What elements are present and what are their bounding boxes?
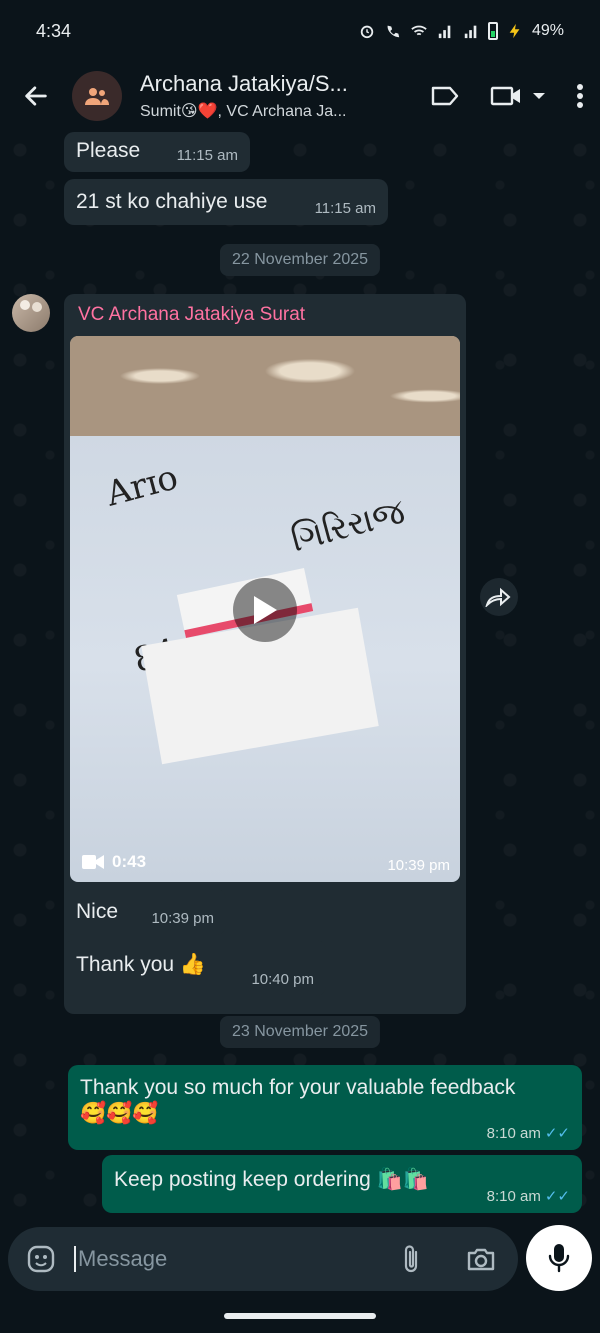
message-time: 11:15 am	[176, 147, 238, 165]
chevron-down-icon	[533, 93, 545, 99]
chat-title: Archana Jatakiya/S...	[140, 71, 348, 96]
alarm-icon	[360, 25, 374, 39]
date-separator: 22 November 2025	[219, 244, 381, 276]
sender-name[interactable]: VC Archana Jatakiya Surat	[70, 300, 460, 336]
microphone-icon	[548, 1244, 570, 1273]
message-time: 10:40 pm	[251, 971, 314, 989]
chat-subtitle: Sumit😘❤️, VC Archana Ja...	[140, 103, 347, 120]
message-bubble[interactable]: Nice 10:39 pm	[64, 889, 226, 935]
message-status: 8:10 am ✓✓	[487, 1125, 570, 1144]
message-status: 8:10 am ✓✓	[487, 1188, 570, 1207]
forward-button[interactable]	[480, 578, 518, 616]
message-time: 8:10 am	[486, 1125, 541, 1143]
message-time: 10:39 pm	[151, 910, 214, 928]
status-bar: 4:34 49%	[0, 0, 600, 62]
video-duration-text: 0:43	[112, 852, 147, 871]
play-button[interactable]	[233, 578, 297, 642]
parcel-handwriting: ગિરિરાજ	[286, 491, 410, 561]
status-icons: 49%	[358, 22, 564, 40]
signal-icon-2	[464, 25, 477, 39]
double-check-icon: ✓✓	[544, 1125, 570, 1143]
status-time: 4:34	[36, 20, 72, 41]
wifi-icon	[411, 25, 427, 36]
arrow-left-icon	[25, 86, 47, 106]
outgoing-message-bubble[interactable]: Keep posting keep ordering 🛍️🛍️ 8:10 am ✓…	[102, 1155, 582, 1213]
home-indicator[interactable]	[224, 1313, 376, 1319]
message-time: 8:10 am	[486, 1188, 541, 1206]
forward-icon	[485, 587, 511, 607]
video-camera-icon	[490, 86, 520, 106]
camera-icon[interactable]	[466, 1246, 496, 1272]
chat-area[interactable]: Please 11:15 am 21 st ko chahiye use 11:…	[0, 130, 600, 1225]
message-time: 11:15 am	[314, 200, 376, 218]
rug-background	[70, 336, 460, 436]
message-text: Thank you so much for your valuable feed…	[80, 1076, 516, 1099]
message-time: 10:39 pm	[387, 857, 450, 874]
header-info[interactable]: Archana Jatakiya/S... Sumit😘❤️, VC Archa…	[140, 71, 376, 121]
group-avatar[interactable]	[72, 71, 122, 121]
video-camera-icon	[82, 855, 104, 869]
label-icon[interactable]	[430, 84, 460, 108]
date-separator: 23 November 2025	[219, 1016, 381, 1048]
chat-header: Archana Jatakiya/S... Sumit😘❤️, VC Archa…	[0, 62, 600, 130]
header-actions	[430, 83, 584, 109]
video-thumbnail[interactable]: Arɪo ગિરિરાજ 84 0:43 10:39 pm	[70, 336, 460, 882]
attach-icon[interactable]	[402, 1244, 422, 1274]
battery-icon	[487, 22, 498, 40]
back-button[interactable]	[16, 76, 56, 116]
message-text: Please	[76, 139, 141, 162]
outgoing-message-bubble[interactable]: Thank you so much for your valuable feed…	[68, 1065, 582, 1150]
double-check-icon: ✓✓	[544, 1188, 570, 1206]
charging-icon	[509, 23, 520, 39]
sticker-icon[interactable]	[26, 1244, 56, 1274]
signal-icon	[438, 25, 451, 39]
battery-percent: 49%	[531, 22, 564, 39]
message-input[interactable]	[74, 1246, 402, 1272]
message-text: Nice	[76, 900, 119, 923]
message-emoji: 🥰🥰🥰	[80, 1102, 159, 1126]
message-input-container	[8, 1227, 518, 1291]
parcel-handwriting: Arɪo	[102, 457, 183, 515]
sender-avatar[interactable]	[12, 294, 50, 332]
play-icon	[254, 596, 277, 624]
message-text: Keep posting keep ordering 🛍️🛍️	[114, 1168, 429, 1191]
video-duration: 0:43	[82, 852, 146, 872]
more-options-icon[interactable]	[576, 83, 584, 109]
message-text: 21 st ko chahiye use	[76, 190, 268, 213]
message-bubble[interactable]: 21 st ko chahiye use 11:15 am	[64, 179, 388, 225]
message-bubble[interactable]: Please 11:15 am	[64, 132, 250, 172]
video-call-button[interactable]	[490, 84, 546, 108]
composer-actions	[402, 1244, 496, 1274]
message-bubble[interactable]: Thank you 👍 10:40 pm	[64, 940, 326, 996]
group-icon	[85, 88, 109, 105]
call-icon	[387, 25, 400, 38]
message-text: Thank you 👍	[76, 953, 207, 976]
voice-message-button[interactable]	[526, 1225, 592, 1291]
